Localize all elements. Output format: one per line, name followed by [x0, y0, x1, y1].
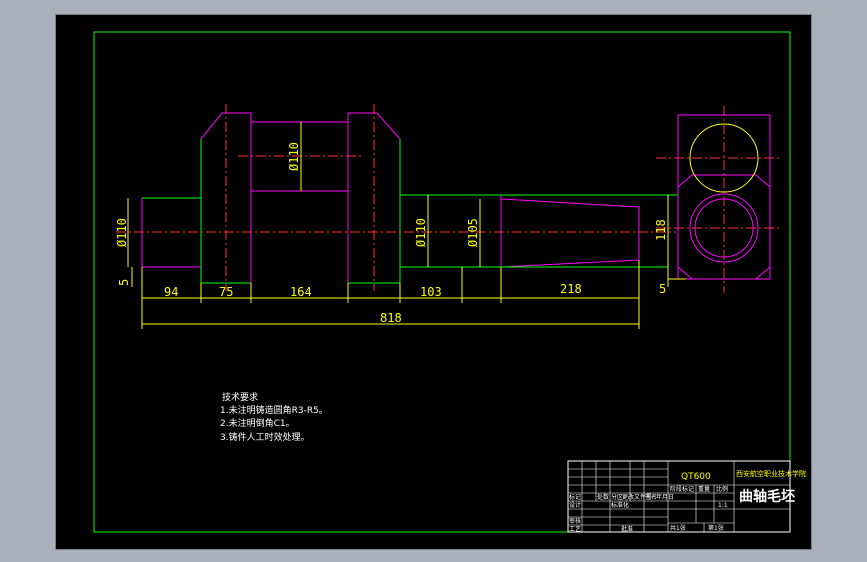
- dim-len-75: 75: [219, 285, 233, 299]
- dim-dia-left: Ø110: [115, 218, 129, 247]
- dim-len-164: 164: [290, 285, 312, 299]
- dim-end-height: 118: [654, 219, 668, 241]
- note-item: 2.未注明倒角C1。: [220, 417, 295, 429]
- notes-title: 技术要求: [222, 391, 258, 403]
- dim-dia-taper: Ø105: [466, 218, 480, 247]
- note-item: 3.铸件人工时效处理。: [220, 431, 310, 443]
- tb-row-label: 处数: [597, 493, 609, 501]
- dim-dia-web: Ø110: [287, 142, 301, 171]
- tb-scale-value: 1:1: [718, 502, 728, 509]
- tb-weight-label: 重量: [698, 485, 710, 493]
- taper-section: [500, 198, 640, 268]
- tb-stage-label: 阶段标记: [670, 485, 694, 493]
- dim-dia-shaft: Ø110: [414, 218, 428, 247]
- dim-len-94: 94: [164, 285, 178, 299]
- cad-drawing: Ø110 Ø110 Ø110 Ø105 118 5 5 94 75 164 10…: [93, 31, 806, 533]
- tb-part-name: 曲轴毛坯: [739, 488, 795, 505]
- dim-len-103: 103: [420, 285, 442, 299]
- dim-offset-right: 5: [659, 282, 666, 296]
- dim-offset-left: 5: [117, 279, 131, 286]
- tb-process-label: 工艺: [569, 525, 581, 533]
- dimension-lines: [127, 122, 686, 329]
- crankshaft-front-view: [141, 112, 640, 284]
- side-view: [668, 114, 771, 280]
- tb-approve-label: 批准: [621, 525, 633, 533]
- technical-notes: 技术要求 1.未注明铸造圆角R3-R5。 2.未注明倒角C1。 3.铸件人工时效…: [220, 391, 328, 443]
- centerlines: [116, 104, 780, 293]
- tb-design-label: 设计: [569, 501, 581, 509]
- drawing-viewport: Ø110 Ø110 Ø110 Ø105 118 5 5 94 75 164 10…: [55, 14, 812, 550]
- tb-standard-label: 标准化: [611, 501, 629, 509]
- tb-sheet-total: 共1张: [670, 524, 686, 532]
- tb-row-label: 标记: [569, 493, 581, 501]
- tb-check-label: 审核: [569, 517, 581, 525]
- dim-len-218: 218: [560, 282, 582, 296]
- drawing-border: [93, 31, 791, 533]
- tb-material: QT600: [681, 472, 711, 482]
- tb-scale-label: 比例: [716, 485, 728, 493]
- note-item: 1.未注明铸造圆角R3-R5。: [220, 404, 328, 416]
- dim-len-total: 818: [380, 311, 402, 325]
- tb-row-label: 年月日: [656, 493, 674, 501]
- title-block: 标记 处数 分区 更改文件号 签名 年月日 设计 标准化 审核 工艺 批准 阶段…: [567, 460, 806, 533]
- tb-school: 西安航空职业技术学院: [736, 469, 806, 478]
- tb-sheet-index: 第1张: [708, 524, 724, 532]
